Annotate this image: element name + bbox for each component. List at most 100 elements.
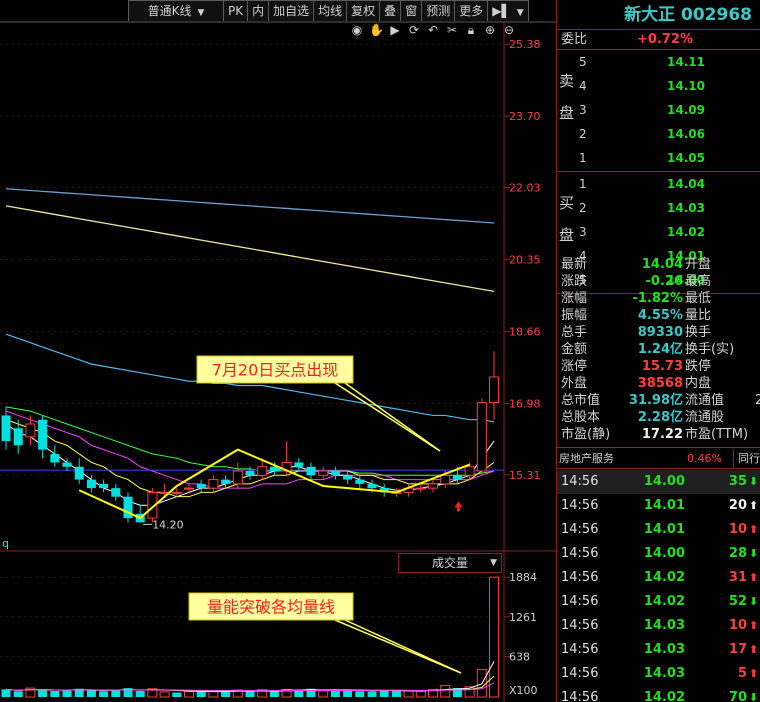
ask-level: 1 <box>579 151 587 165</box>
stat-label: 最新 <box>561 257 588 272</box>
eye-icon[interactable]: ◉ <box>350 23 364 38</box>
ask-row[interactable]: 5 14.11 <box>577 52 757 72</box>
ask-book: 卖 盘 5 14.11 4 14.10 3 14.09 2 14.06 1 14.05 <box>557 50 760 172</box>
volume-unit-label: X100 <box>509 684 538 697</box>
tick-volume: 35 <box>728 474 747 489</box>
toolbar-button-pk[interactable]: PK <box>223 0 249 21</box>
bid-row[interactable]: 1 14.04 <box>577 174 757 194</box>
toolbar-button-adjust[interactable]: 复权 <box>346 0 381 21</box>
stat-label: 涨幅 <box>561 291 588 306</box>
kline-chart-area[interactable]: 25.38 23.70 22.03 20.35 18.66 16.98 15.31 1884 1… <box>0 0 556 702</box>
volume-indicator-label: 成交量 <box>431 556 468 570</box>
low-price-label: 14.20 <box>152 518 184 531</box>
hand-icon[interactable]: ✋ <box>369 23 384 38</box>
ask-row[interactable]: 3 14.09 <box>577 100 757 120</box>
stat-label: 金额 <box>561 342 588 357</box>
tick-list[interactable]: 14:56 14.00 35 ⬇ 14:56 14.01 20 ⬆ 14:56 14.01 10 ⬆ 1… <box>557 470 760 702</box>
toolbar-button-nei[interactable]: 内 <box>247 0 270 21</box>
bid-row[interactable]: 2 14.03 <box>577 198 757 218</box>
tick-row[interactable]: 14:56 14.02 70 ⬇ <box>557 686 760 702</box>
price-axis-label: 22.03 <box>509 181 541 194</box>
play-icon[interactable]: ▶ <box>388 23 402 38</box>
tick-row[interactable]: 14:56 14.00 28 ⬇ <box>557 542 760 566</box>
chevron-down-icon: ▼ <box>516 8 524 18</box>
refresh-icon[interactable]: ⟳ <box>407 23 421 38</box>
stat-value: 14.04 <box>641 257 683 272</box>
toolbar-expand-button[interactable]: ▶▌ ▼ <box>487 0 529 21</box>
ask-row[interactable]: 1 14.05 <box>577 148 757 168</box>
ask-row[interactable]: 4 14.10 <box>577 76 757 96</box>
candle-body-up <box>184 487 194 490</box>
price-axis-label: 15.31 <box>509 469 541 482</box>
stat-row: 涨幅 -1.82% 最低 <box>557 291 760 307</box>
stat-value: -1.82% <box>632 291 684 306</box>
tick-time: 14:56 <box>561 522 599 537</box>
stat-row: 外盘 38568 内盘 <box>557 376 760 392</box>
stat-value-secondary: 2 <box>755 393 760 408</box>
volume-bar-up <box>184 690 194 698</box>
candle-body-down <box>355 479 365 484</box>
kline-chart-svg[interactable]: 25.38 23.70 22.03 20.35 18.66 16.98 15.31 1884 1… <box>0 0 556 702</box>
tick-row[interactable]: 14:56 14.01 20 ⬆ <box>557 494 760 518</box>
sector-row[interactable]: 房地产服务 0.46% 同行 <box>557 449 760 469</box>
volume-indicator-dropdown[interactable]: 成交量 ▼ <box>398 553 502 573</box>
tick-price: 14.03 <box>643 666 685 681</box>
scissors-icon[interactable]: ✂ <box>445 23 459 38</box>
toolbar-button-more[interactable]: 更多 <box>454 0 489 21</box>
weibi-label: 委比 <box>561 32 588 47</box>
bid-row[interactable]: 3 14.02 <box>577 222 757 242</box>
weibi-row: 委比 +0.72% <box>557 30 760 50</box>
tick-row[interactable]: 14:56 14.02 31 ⬆ <box>557 566 760 590</box>
candle-body-up <box>464 466 475 476</box>
lock-icon[interactable]: 🔒︎ <box>464 23 478 38</box>
chart-tools: ◉ ✋ ▶ ⟳ ↶ ✂ 🔒︎ ⊕ ⊖ <box>350 23 516 38</box>
buy-point-annotation-pointer <box>344 382 441 452</box>
tick-row[interactable]: 14:56 14.01 10 ⬆ <box>557 518 760 542</box>
candle-body-down <box>62 462 72 467</box>
zoom-out-icon[interactable]: ⊖ <box>502 23 516 38</box>
arrow-down-icon: ⬇ <box>749 595 759 608</box>
volume-bar-up <box>159 691 170 698</box>
tick-row[interactable]: 14:56 14.03 5 ⬆ <box>557 662 760 686</box>
ask-row[interactable]: 2 14.06 <box>577 124 757 144</box>
toolbar-button-window[interactable]: 窗 <box>400 0 423 21</box>
toolbar-button-forecast[interactable]: 预测 <box>421 0 456 21</box>
volume-bar-down <box>196 691 206 697</box>
chart-type-dropdown[interactable]: 普通K线 ▼ <box>128 0 224 21</box>
stat-value: 15.73 <box>641 359 683 374</box>
tab-peers[interactable]: 同行 <box>733 449 760 469</box>
stat-label: 总股本 <box>561 410 601 425</box>
bid-label-1: 买 <box>559 194 575 212</box>
chart-type-label: 普通K线 <box>147 4 192 18</box>
tick-row[interactable]: 14:56 14.02 52 ⬇ <box>557 590 760 614</box>
tick-time: 14:56 <box>561 570 599 585</box>
zoom-in-icon[interactable]: ⊕ <box>483 23 497 38</box>
weibi-value: +0.72% <box>637 32 693 47</box>
bid-price: 14.02 <box>667 225 705 239</box>
tick-price: 14.00 <box>643 474 685 489</box>
volume-bar-down <box>135 690 145 697</box>
stat-row: 总手 89330 换手 <box>557 325 760 341</box>
toolbar-button-overlay[interactable]: 叠 <box>379 0 402 21</box>
bid-price: 14.04 <box>667 177 705 191</box>
tick-row[interactable]: 14:56 14.03 10 ⬆ <box>557 614 760 638</box>
toolbar-button-add-watchlist[interactable]: 加自选 <box>268 0 315 21</box>
arrow-up-icon: ⬆ <box>749 643 759 656</box>
undo-icon[interactable]: ↶ <box>426 23 440 38</box>
ask-price: 14.11 <box>667 55 705 69</box>
tick-time: 14:56 <box>561 690 599 702</box>
stock-header: 新大正 002968 <box>557 0 760 30</box>
volume-bar-down <box>86 690 96 697</box>
tick-row[interactable]: 14:56 14.00 35 ⬇ <box>557 470 760 494</box>
tick-row[interactable]: 14:56 14.03 17 ⬆ <box>557 638 760 662</box>
ask-level: 5 <box>579 55 587 69</box>
stat-label-secondary: 开盘 <box>685 257 712 272</box>
bid-label-2: 盘 <box>559 226 575 244</box>
bid-level: 2 <box>579 201 587 215</box>
toolbar-button-ma[interactable]: 均线 <box>313 0 348 21</box>
candle-body-up <box>318 470 329 476</box>
candle-body-down <box>1 415 11 442</box>
candle-body-down <box>111 488 121 497</box>
stat-label: 总市值 <box>561 393 601 408</box>
stat-value: 2.28亿 <box>637 410 683 425</box>
